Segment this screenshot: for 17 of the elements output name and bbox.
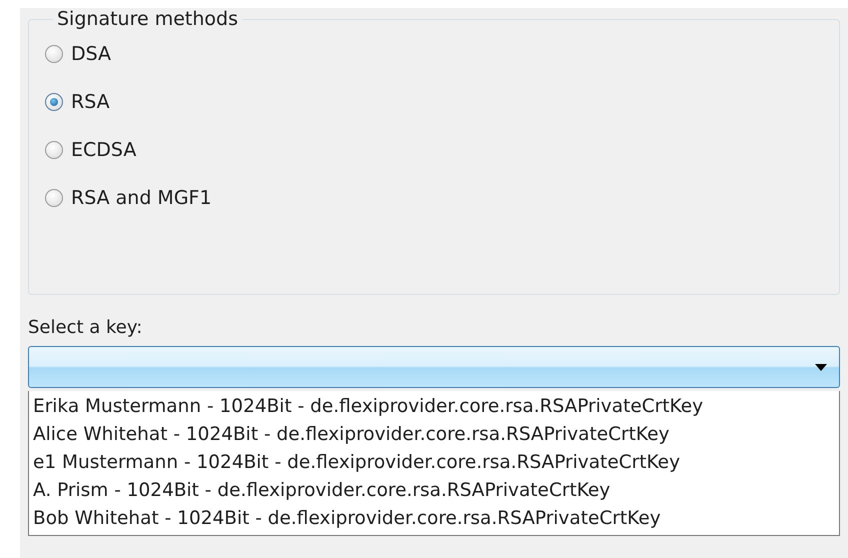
radio-button[interactable] — [45, 93, 63, 111]
radio-option[interactable]: ECDSA — [45, 126, 136, 174]
radio-option[interactable]: RSA — [45, 78, 110, 126]
radio-button[interactable] — [45, 189, 63, 207]
radio-option[interactable]: DSA — [45, 30, 112, 78]
radio-button[interactable] — [45, 141, 63, 159]
key-dropdown[interactable] — [28, 346, 840, 388]
caret-icon — [815, 364, 827, 372]
dropdown-item[interactable]: Bob Whitehat - 1024Bit - de.flexiprovider.core.rsa.RSAPrivateCrtKey — [33, 505, 661, 533]
group-title: Signature methods — [56, 8, 239, 30]
dropdown-item[interactable]: A. Prism - 1024Bit - de.flexiprovider.core.rsa.RSAPrivateCrtKey — [33, 477, 610, 505]
field-label: Select a key: — [28, 317, 142, 338]
radio-button[interactable] — [45, 45, 63, 63]
dropdown-item[interactable]: Erika Mustermann - 1024Bit - de.flexiprovider.core.rsa.RSAPrivateCrtKey — [33, 393, 704, 421]
dropdown-item[interactable]: Alice Whitehat - 1024Bit - de.flexiprovider.core.rsa.RSAPrivateCrtKey — [33, 421, 670, 449]
dropdown-item[interactable]: e1 Mustermann - 1024Bit - de.flexiprovider.core.rsa.RSAPrivateCrtKey — [33, 449, 680, 477]
radio-option[interactable]: RSA and MGF1 — [45, 174, 212, 222]
